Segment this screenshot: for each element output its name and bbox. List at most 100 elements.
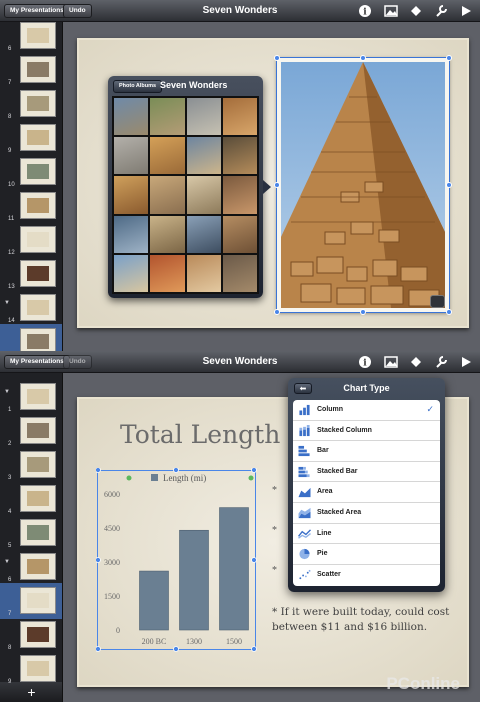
slide-thumbnail-row[interactable]: 8 [0, 617, 62, 653]
album-photo[interactable] [186, 98, 221, 136]
selection-handle[interactable] [446, 182, 452, 188]
slide-thumbnail-row[interactable]: 7 [0, 52, 62, 88]
album-photo[interactable] [222, 176, 257, 214]
play-icon[interactable] [459, 4, 473, 18]
slide-thumbnail[interactable] [20, 226, 56, 253]
slide-thumbnail[interactable] [20, 260, 56, 287]
slide-thumbnail[interactable] [20, 56, 56, 83]
selection-handle[interactable] [446, 55, 452, 61]
album-photo[interactable] [114, 215, 149, 253]
selection-handle[interactable] [360, 309, 366, 315]
slide-thumbnail[interactable] [20, 383, 56, 410]
media-icon[interactable] [384, 4, 398, 18]
slide-thumbnail[interactable] [20, 158, 56, 185]
slide-thumbnail[interactable] [20, 124, 56, 151]
my-presentations-button[interactable]: My Presentations [4, 355, 70, 369]
disclosure-triangle-icon[interactable]: ▼ [4, 559, 10, 565]
chart-type-option[interactable]: Scatter [293, 565, 440, 586]
slide-thumbnail-row[interactable]: 13 [0, 256, 62, 292]
album-photo[interactable] [150, 215, 185, 253]
slide-thumbnail-row[interactable]: 2 [0, 413, 62, 449]
info-icon[interactable]: i [358, 4, 372, 18]
chart-type-option[interactable]: Stacked Area [293, 503, 440, 524]
undo-button[interactable]: Undo [63, 4, 92, 18]
slide-thumbnail[interactable] [20, 587, 56, 614]
slide-thumbnail[interactable] [20, 621, 56, 648]
album-photo[interactable] [150, 176, 185, 214]
chart-type-option[interactable]: Bar [293, 441, 440, 462]
slide-thumbnail-row[interactable]: 15 [0, 324, 62, 351]
slide-thumbnail-row[interactable]: 9 [0, 120, 62, 156]
slide-thumbnail-row[interactable]: ▼ 6 [0, 549, 62, 585]
selection-handle[interactable] [446, 309, 452, 315]
album-photo[interactable] [114, 176, 149, 214]
shapes-icon[interactable] [409, 355, 423, 369]
slide-thumbnail-row[interactable]: 10 [0, 154, 62, 190]
selection-handle[interactable] [274, 55, 280, 61]
slide-thumbnail-row[interactable]: 12 [0, 222, 62, 258]
my-presentations-button[interactable]: My Presentations [4, 4, 70, 18]
disclosure-triangle-icon[interactable]: ▼ [4, 389, 10, 395]
slide-thumbnail-row[interactable]: 9 [0, 651, 62, 687]
pyramid-image[interactable] [276, 57, 450, 313]
album-photo[interactable] [186, 137, 221, 175]
album-photo[interactable] [114, 98, 149, 136]
selection-handle[interactable] [274, 309, 280, 315]
chart-type-option[interactable]: Stacked Bar [293, 462, 440, 483]
slide-thumbnail[interactable] [20, 553, 56, 580]
media-icon[interactable] [384, 355, 398, 369]
info-icon[interactable]: i [358, 355, 372, 369]
chart-type-option[interactable]: Area [293, 482, 440, 503]
chart-type-option[interactable]: Line [293, 524, 440, 545]
slide-thumbnail[interactable] [20, 90, 56, 117]
slide-thumbnail[interactable] [20, 328, 56, 351]
album-photo[interactable] [186, 215, 221, 253]
slide-thumbnail[interactable] [20, 485, 56, 512]
album-photo[interactable] [222, 137, 257, 175]
play-icon[interactable] [459, 355, 473, 369]
wrench-icon[interactable] [434, 355, 448, 369]
undo-button[interactable]: Undo [63, 355, 92, 369]
album-photo[interactable] [150, 98, 185, 136]
slide-thumbnail-row[interactable]: 5 [0, 515, 62, 551]
bullet-text[interactable]: * If it were built today, could cost bet… [272, 605, 472, 635]
column-chart[interactable]: 6000 4500 3000 1500 0 Length (mi) 200 BC 1300 15… [96, 468, 258, 652]
slide-thumbnail[interactable] [20, 655, 56, 682]
album-photo[interactable] [150, 254, 185, 292]
slide-thumbnail[interactable] [20, 192, 56, 219]
slide-thumbnail-row[interactable]: 8 [0, 86, 62, 122]
album-photo[interactable] [222, 215, 257, 253]
slide-thumbnail-row[interactable]: 3 [0, 447, 62, 483]
album-photo[interactable] [222, 98, 257, 136]
album-photo[interactable] [186, 176, 221, 214]
slide-title[interactable]: Total Length [120, 420, 280, 449]
slide-thumbnail[interactable] [20, 519, 56, 546]
slide-thumbnail[interactable] [20, 451, 56, 478]
slide-thumbnail-row[interactable]: 4 [0, 481, 62, 517]
album-photo[interactable] [150, 137, 185, 175]
shapes-icon[interactable] [409, 4, 423, 18]
chart-type-option[interactable]: Stacked Column [293, 421, 440, 442]
slide-thumbnail-row[interactable]: 11 [0, 188, 62, 224]
album-photo[interactable] [222, 254, 257, 292]
slide-thumbnail-row[interactable]: 6 [0, 22, 62, 54]
selection-handle[interactable] [360, 55, 366, 61]
album-photo[interactable] [186, 254, 221, 292]
slide-thumbnail-row[interactable]: ▼ 14 [0, 290, 62, 326]
wrench-icon[interactable] [434, 4, 448, 18]
photo-edit-icon[interactable] [430, 295, 445, 308]
pie-chart-icon [299, 549, 310, 560]
slide-thumbnail-row[interactable]: ▼ 1 [0, 379, 62, 415]
slide-thumbnail[interactable] [20, 294, 56, 321]
disclosure-triangle-icon[interactable]: ▼ [4, 300, 10, 306]
album-photo[interactable] [114, 137, 149, 175]
chart-type-option[interactable]: Column ✓ [293, 400, 440, 421]
album-photo[interactable] [114, 254, 149, 292]
slide-thumbnail[interactable] [20, 22, 56, 49]
legend-handle [248, 475, 254, 481]
selection-handle[interactable] [274, 182, 280, 188]
slide-thumbnail[interactable] [20, 417, 56, 444]
photo-albums-back-button[interactable]: Photo Albums [113, 80, 163, 93]
slide-thumbnail-row[interactable]: 7 [0, 583, 62, 619]
chart-type-option[interactable]: Pie [293, 544, 440, 565]
